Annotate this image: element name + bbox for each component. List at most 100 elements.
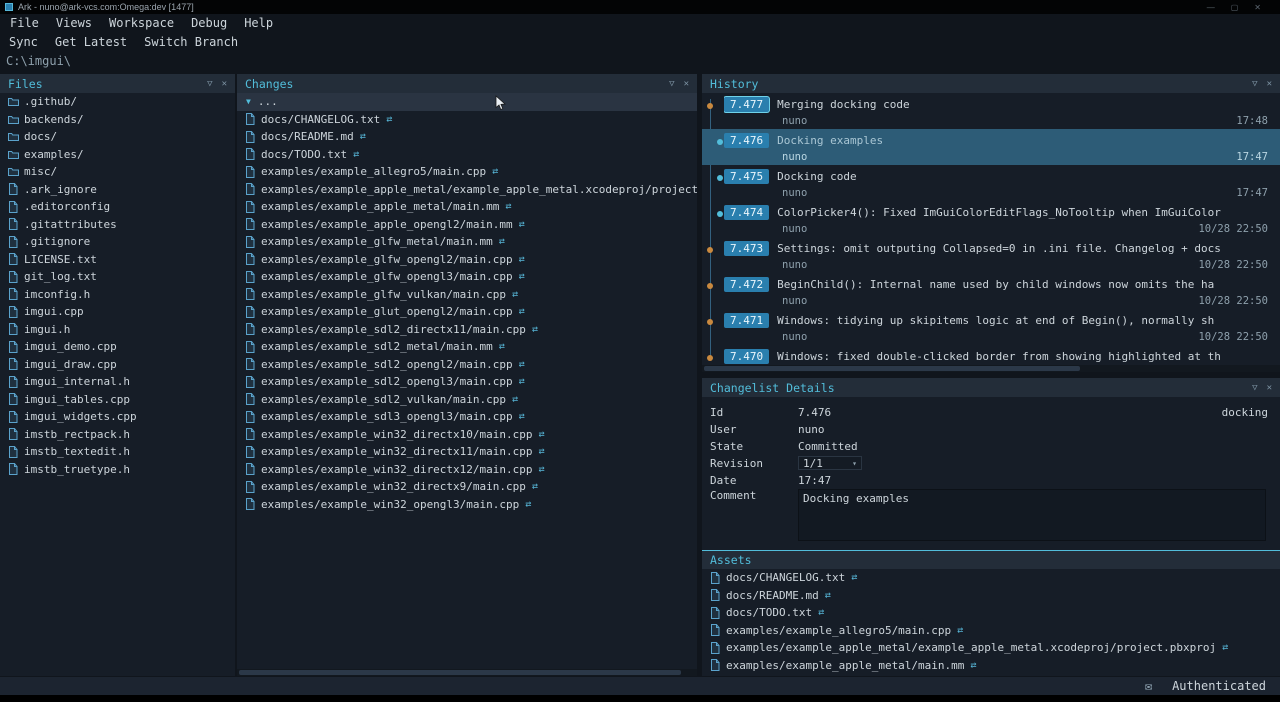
changed-file-item[interactable]: examples/example_glfw_metal/main.mm⇄ (237, 233, 697, 251)
asset-item[interactable]: examples/example_apple_metal/example_app… (702, 639, 1280, 657)
changed-file-item[interactable]: examples/example_sdl2_opengl2/main.cpp⇄ (237, 356, 697, 374)
changed-file-item[interactable]: examples/example_win32_directx11/main.cp… (237, 443, 697, 461)
graph-node-icon (707, 247, 713, 253)
file-tree-item[interactable]: imstb_truetype.h (0, 461, 235, 479)
filter-icon[interactable]: ▽ (1252, 383, 1257, 393)
file-tree-item[interactable]: imgui_tables.cpp (0, 391, 235, 409)
changed-file-item[interactable]: examples/example_sdl2_metal/main.mm⇄ (237, 338, 697, 356)
file-icon (245, 183, 256, 195)
modified-icon: ⇄ (386, 114, 392, 125)
file-tree-item[interactable]: imgui.cpp (0, 303, 235, 321)
history-entry[interactable]: 7.472BeginChild(): Internal name used by… (702, 273, 1280, 309)
file-path: docs/TODO.txt (726, 606, 812, 619)
file-tree-item[interactable]: .github/ (0, 93, 235, 111)
scrollbar-thumb[interactable] (239, 670, 681, 675)
close-panel-icon[interactable]: ✕ (1267, 383, 1272, 393)
changed-file-item[interactable]: examples/example_apple_metal/example_app… (237, 181, 697, 199)
history-entry[interactable]: 7.471Windows: tidying up skipitems logic… (702, 309, 1280, 345)
file-tree-item[interactable]: imgui_internal.h (0, 373, 235, 391)
changed-file-item[interactable]: examples/example_sdl3_opengl3/main.cpp⇄ (237, 408, 697, 426)
asset-item[interactable]: docs/TODO.txt⇄ (702, 604, 1280, 622)
changed-file-item[interactable]: examples/example_allegro5/main.cpp⇄ (237, 163, 697, 181)
changed-file-item[interactable]: examples/example_apple_metal/main.mm⇄ (237, 198, 697, 216)
asset-item[interactable]: docs/CHANGELOG.txt⇄ (702, 569, 1280, 587)
file-tree-item[interactable]: imgui.h (0, 321, 235, 339)
changes-horizontal-scrollbar[interactable] (237, 669, 697, 676)
changed-file-item[interactable]: docs/TODO.txt⇄ (237, 146, 697, 164)
file-tree-item[interactable]: git_log.txt (0, 268, 235, 286)
file-tree-item[interactable]: imgui_demo.cpp (0, 338, 235, 356)
file-tree-item[interactable]: .ark_ignore (0, 181, 235, 199)
changed-file-item[interactable]: examples/example_glfw_opengl3/main.cpp⇄ (237, 268, 697, 286)
close-panel-icon[interactable]: ✕ (1267, 79, 1272, 89)
changed-file-item[interactable]: examples/example_win32_directx10/main.cp… (237, 426, 697, 444)
history-entry[interactable]: 7.477Merging docking codenuno17:48 (702, 93, 1280, 129)
changed-file-item[interactable]: examples/example_glut_opengl2/main.cpp⇄ (237, 303, 697, 321)
filter-icon[interactable]: ▽ (207, 79, 212, 89)
file-icon (245, 393, 256, 405)
expander-icon[interactable]: ▼ (246, 97, 251, 106)
history-entry[interactable]: 7.474ColorPicker4(): Fixed ImGuiColorEdi… (702, 201, 1280, 237)
history-entry[interactable]: 7.475Docking codenuno17:47 (702, 165, 1280, 201)
file-tree-item[interactable]: misc/ (0, 163, 235, 181)
file-tree-item[interactable]: .gitignore (0, 233, 235, 251)
toolbar-button-sync[interactable]: Sync (9, 35, 38, 49)
changed-file-item[interactable]: docs/README.md⇄ (237, 128, 697, 146)
revision-dropdown[interactable]: 1/1 ▾ (798, 456, 862, 470)
file-tree-item[interactable]: LICENSE.txt (0, 251, 235, 269)
file-icon (710, 642, 721, 654)
file-tree-item[interactable]: imstb_rectpack.h (0, 426, 235, 444)
history-entry[interactable]: 7.476Docking examplesnuno17:47 (702, 129, 1280, 165)
changed-file-item[interactable]: examples/example_glfw_opengl2/main.cpp⇄ (237, 251, 697, 269)
changed-file-item[interactable]: examples/example_glfw_vulkan/main.cpp⇄ (237, 286, 697, 304)
file-tree-item[interactable]: backends/ (0, 111, 235, 129)
file-tree-item[interactable]: imgui_widgets.cpp (0, 408, 235, 426)
file-tree-item[interactable]: docs/ (0, 128, 235, 146)
file-tree-item[interactable]: .editorconfig (0, 198, 235, 216)
changed-file-item[interactable]: examples/example_win32_directx12/main.cp… (237, 461, 697, 479)
changed-file-item[interactable]: examples/example_sdl2_vulkan/main.cpp⇄ (237, 391, 697, 409)
commit-message: Settings: omit outputing Collapsed=0 in … (777, 242, 1221, 255)
commit-message: Windows: fixed double-clicked border fro… (777, 350, 1221, 363)
assets-list: docs/CHANGELOG.txt⇄docs/README.md⇄docs/T… (702, 569, 1280, 674)
file-icon (8, 358, 19, 370)
scrollbar-thumb[interactable] (704, 366, 1080, 371)
file-icon (8, 253, 19, 265)
minimize-button[interactable]: — (1207, 3, 1215, 12)
file-icon (245, 463, 256, 475)
file-tree-item[interactable]: imgui_draw.cpp (0, 356, 235, 374)
asset-item[interactable]: docs/README.md⇄ (702, 587, 1280, 605)
filter-icon[interactable]: ▽ (669, 79, 674, 89)
changes-root-row[interactable]: ▼ ... (237, 93, 697, 111)
file-tree-item[interactable]: .gitattributes (0, 216, 235, 234)
history-horizontal-scrollbar[interactable] (702, 365, 1280, 372)
asset-item[interactable]: examples/example_allegro5/main.cpp⇄ (702, 622, 1280, 640)
close-panel-icon[interactable]: ✕ (684, 79, 689, 89)
menu-item-file[interactable]: File (10, 16, 39, 30)
asset-item[interactable]: examples/example_apple_metal/main.mm⇄ (702, 657, 1280, 675)
file-tree-item[interactable]: examples/ (0, 146, 235, 164)
comment-field[interactable]: Docking examples (798, 489, 1266, 541)
changed-file-item[interactable]: examples/example_sdl2_directx11/main.cpp… (237, 321, 697, 339)
changed-file-item[interactable]: examples/example_win32_opengl3/main.cpp⇄ (237, 496, 697, 514)
changed-file-item[interactable]: examples/example_apple_opengl2/main.mm⇄ (237, 216, 697, 234)
close-panel-icon[interactable]: ✕ (222, 79, 227, 89)
close-window-button[interactable]: ✕ (1254, 3, 1261, 12)
history-entry[interactable]: 7.470Windows: fixed double-clicked borde… (702, 345, 1280, 365)
maximize-button[interactable]: ▢ (1231, 3, 1239, 12)
menu-item-workspace[interactable]: Workspace (109, 16, 174, 30)
changed-file-item[interactable]: examples/example_win32_directx9/main.cpp… (237, 478, 697, 496)
history-entry[interactable]: 7.473Settings: omit outputing Collapsed=… (702, 237, 1280, 273)
file-tree-item[interactable]: imstb_textedit.h (0, 443, 235, 461)
history-panel-title: History (710, 77, 758, 91)
toolbar-button-get-latest[interactable]: Get Latest (55, 35, 127, 49)
menu-item-debug[interactable]: Debug (191, 16, 227, 30)
file-icon (245, 481, 256, 493)
filter-icon[interactable]: ▽ (1252, 79, 1257, 89)
changed-file-item[interactable]: examples/example_sdl2_opengl3/main.cpp⇄ (237, 373, 697, 391)
menu-item-help[interactable]: Help (244, 16, 273, 30)
file-tree-item[interactable]: imconfig.h (0, 286, 235, 304)
toolbar-button-switch-branch[interactable]: Switch Branch (144, 35, 238, 49)
menu-item-views[interactable]: Views (56, 16, 92, 30)
changed-file-item[interactable]: docs/CHANGELOG.txt⇄ (237, 111, 697, 129)
